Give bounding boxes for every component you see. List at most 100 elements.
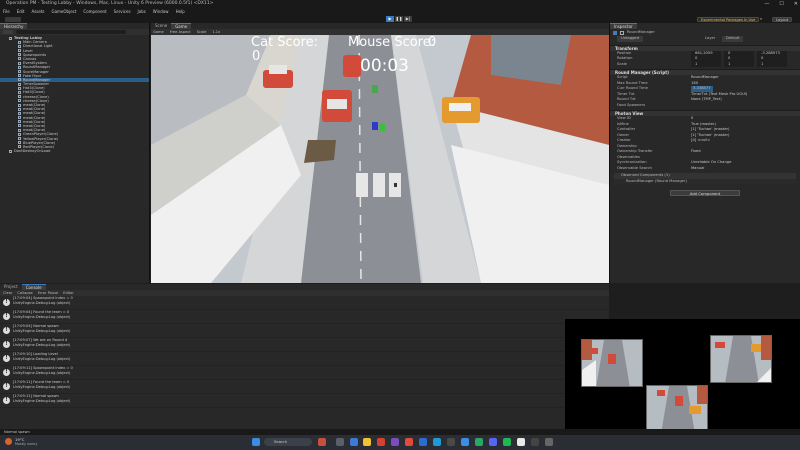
account-button[interactable] <box>5 16 21 22</box>
transform-z-field[interactable]: 1 <box>757 61 787 67</box>
taskbar-search-input[interactable]: Search <box>264 438 312 446</box>
gameobject-icon <box>18 132 21 136</box>
photon-view-field-row: Observable Search Manual <box>610 166 800 172</box>
menu-services[interactable]: Services <box>114 8 131 15</box>
explorer-icon[interactable] <box>363 438 371 446</box>
log-stacktrace: UnityEngine.Debug:Log (object) <box>13 342 71 347</box>
preview-scene-2 <box>711 336 771 382</box>
console-log-entry[interactable]: ! [17:09:07] We are on Round 4 UnityEngine… <box>0 338 609 352</box>
gameobject-icon <box>18 128 21 132</box>
menu-help[interactable]: Help <box>176 8 185 15</box>
info-icon: ! <box>3 397 10 404</box>
app-icon-8[interactable] <box>503 438 511 446</box>
menu-jobs[interactable]: Jobs <box>138 8 146 15</box>
hierarchy-item[interactable]: DontDestroyOnLoad <box>0 149 149 153</box>
log-stacktrace: UnityEngine.Debug:Log (object) <box>13 398 71 403</box>
gameobject-icon <box>613 30 617 35</box>
console-log-entry[interactable]: ! [17:09:04] Found the team = 0 UnityEngin… <box>0 310 609 324</box>
create-button[interactable] <box>3 30 13 34</box>
cat-score-label: Cat Score: <box>251 35 319 50</box>
log-stacktrace: UnityEngine.Debug:Log (object) <box>13 328 71 333</box>
log-stacktrace: UnityEngine.Debug:Log (object) <box>13 370 71 375</box>
transform-x-field[interactable]: 1 <box>691 61 721 67</box>
gameobject-icon <box>18 107 21 111</box>
active-checkbox[interactable] <box>620 30 624 35</box>
preview-thumbnail-1 <box>581 339 643 387</box>
close-button[interactable]: ✕ <box>794 0 798 8</box>
layer-dropdown[interactable]: Default <box>722 36 744 42</box>
gameobject-icon <box>18 95 21 99</box>
mouse-score-label: Mouse Score: <box>348 35 436 50</box>
transform-label: Scale <box>617 61 627 66</box>
search-icon[interactable]: ⌕ <box>760 17 766 21</box>
step-button[interactable]: ▶| <box>404 16 412 22</box>
tag-dropdown[interactable]: Untagged <box>617 36 644 42</box>
window-title-bar: Operation PM - Testing Lobby - Windows, … <box>0 0 800 8</box>
game-view[interactable]: Cat Score: 0 Mouse Score: 0 00:03 <box>151 35 609 283</box>
log-stacktrace: UnityEngine.Debug:Log (object) <box>13 314 71 319</box>
app-icon-9[interactable] <box>517 438 525 446</box>
info-icon: ! <box>3 355 10 362</box>
console-log-entry[interactable]: ! [17:09:04] Spawnpoint index = 0 UnityEng… <box>0 296 609 310</box>
observed-item[interactable]: RoundManager (Round Manager) <box>614 178 796 184</box>
console-log-list: ! [17:09:04] Spawnpoint index = 0 UnityEng… <box>0 296 609 408</box>
gameobject-icon <box>18 120 21 124</box>
app-icon-7[interactable] <box>475 438 483 446</box>
app-icon-6[interactable] <box>461 438 469 446</box>
app-icon-2[interactable] <box>377 438 385 446</box>
app-icon-11[interactable] <box>545 438 553 446</box>
round-manager-fields: Script RoundManager Max Round Time 180 Curr … <box>610 75 800 108</box>
info-icon: ! <box>3 341 10 348</box>
pause-button[interactable]: ❚❚ <box>395 16 403 22</box>
add-component-button[interactable]: Add Component <box>670 190 740 196</box>
gameobject-icon <box>18 82 21 86</box>
info-icon: ! <box>3 313 10 320</box>
start-button-icon[interactable] <box>252 438 260 446</box>
gameobject-icon <box>18 124 21 128</box>
status-message: Normal spawn <box>4 430 30 434</box>
discord-icon[interactable] <box>489 438 497 446</box>
gameobject-icon <box>18 78 21 82</box>
menu-window[interactable]: Window <box>153 8 169 15</box>
play-controls: ▶ ❚❚ ▶| <box>386 16 412 22</box>
console-log-entry[interactable]: ! [17:09:11] Normal spawn UnityEngine.Debu… <box>0 394 609 408</box>
window-controls: — ☐ ✕ <box>764 0 798 8</box>
vscode-icon[interactable] <box>433 438 441 446</box>
app-icon-10[interactable] <box>531 438 539 446</box>
menu-gameobject[interactable]: GameObject <box>51 8 76 15</box>
unity-icon[interactable] <box>447 438 455 446</box>
app-icon-5[interactable] <box>419 438 427 446</box>
preview-thumbnail-3 <box>646 385 708 433</box>
menu-bar: File Edit Assets GameObject Component Se… <box>0 8 800 15</box>
experimental-packages-badge[interactable]: Experimental Packages In Use <box>697 16 760 22</box>
console-log-entry[interactable]: ! [17:09:10] Loading Level UnityEngine.Deb… <box>0 352 609 366</box>
app-icon-1[interactable] <box>318 438 326 446</box>
console-log-entry[interactable]: ! [17:09:11] Spawnpoint index = 0 UnityEng… <box>0 366 609 380</box>
object-name-field[interactable]: RoundManager <box>627 29 655 36</box>
maximize-button[interactable]: ☐ <box>779 0 783 8</box>
minimize-button[interactable]: — <box>764 0 769 8</box>
gameobject-icon <box>18 141 21 145</box>
play-button[interactable]: ▶ <box>386 16 394 22</box>
layer-label: Layer <box>705 36 716 40</box>
menu-file[interactable]: File <box>3 8 10 15</box>
edge-icon[interactable] <box>350 438 358 446</box>
weather-icon <box>5 438 12 445</box>
transform-fields: Position 661.2059 0 -3.288973 Rotation 0 0 0 Sca… <box>610 50 800 67</box>
gameobject-icon <box>18 44 21 48</box>
task-view-icon[interactable] <box>336 438 344 446</box>
console-log-entry[interactable]: ! [17:09:11] Found the team = 0 UnityEngin… <box>0 380 609 394</box>
photon-view-field-value[interactable]: Manual <box>691 166 704 172</box>
menu-edit[interactable]: Edit <box>17 8 25 15</box>
round-manager-field-row: Food Spawners <box>610 103 800 109</box>
gameobject-icon <box>18 49 21 53</box>
layout-dropdown[interactable]: Layout <box>772 16 793 22</box>
console-log-entry[interactable]: ! [17:09:04] Normal spawn UnityEngine.Debu… <box>0 324 609 338</box>
transform-y-field[interactable]: 1 <box>724 61 754 67</box>
hierarchy-panel: Hierarchy Testing Lobby Main Camera Direct… <box>0 23 150 283</box>
app-icon-4[interactable] <box>405 438 413 446</box>
menu-assets[interactable]: Assets <box>31 8 44 15</box>
hierarchy-search-input[interactable] <box>16 30 126 34</box>
menu-component[interactable]: Component <box>83 8 106 15</box>
app-icon-3[interactable] <box>391 438 399 446</box>
